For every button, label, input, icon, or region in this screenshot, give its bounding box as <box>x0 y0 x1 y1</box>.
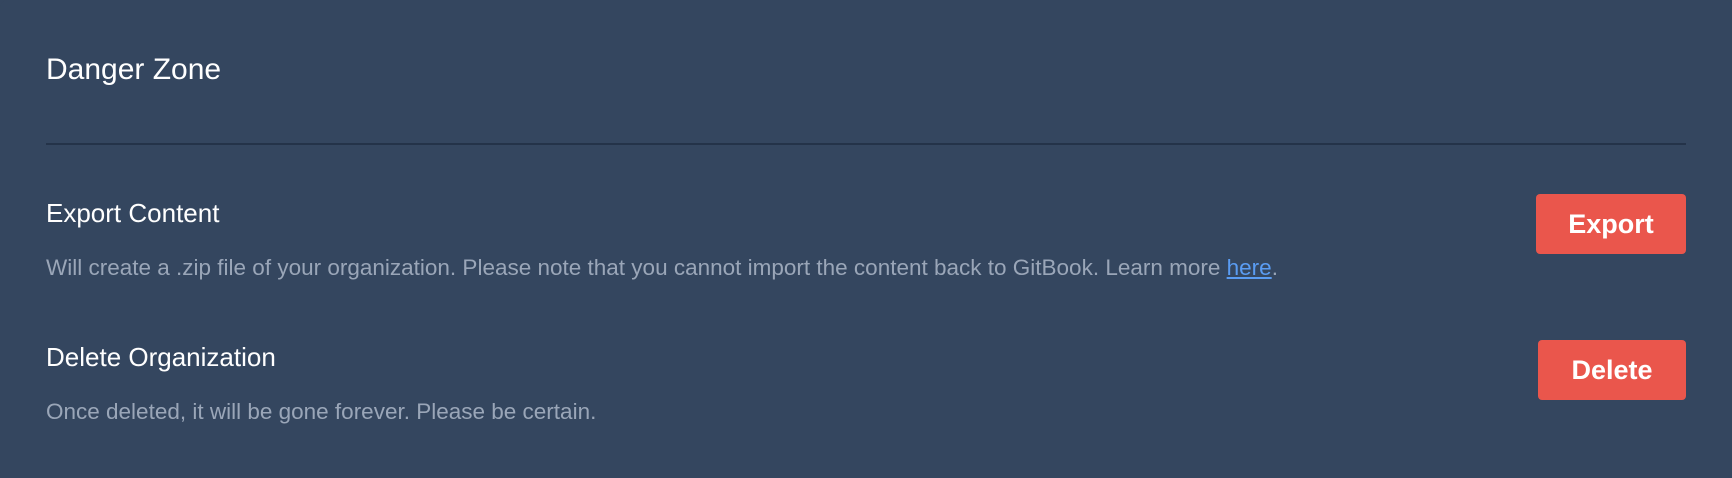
export-button[interactable]: Export <box>1536 194 1686 254</box>
divider <box>46 143 1686 145</box>
delete-button[interactable]: Delete <box>1538 340 1686 400</box>
delete-organization-title: Delete Organization <box>46 342 276 372</box>
delete-organization-description: Once deleted, it will be gone forever. P… <box>46 399 597 424</box>
export-content-title: Export Content <box>46 198 220 228</box>
export-content-description: Will create a .zip file of your organiza… <box>46 253 1278 283</box>
export-description-text: Will create a .zip file of your organiza… <box>46 255 1227 280</box>
panel-title: Danger Zone <box>46 53 222 86</box>
export-description-period: . <box>1271 255 1278 280</box>
learn-more-link[interactable]: here <box>1227 255 1272 280</box>
danger-zone-panel: Danger Zone Export Content Will create a… <box>0 0 1732 478</box>
